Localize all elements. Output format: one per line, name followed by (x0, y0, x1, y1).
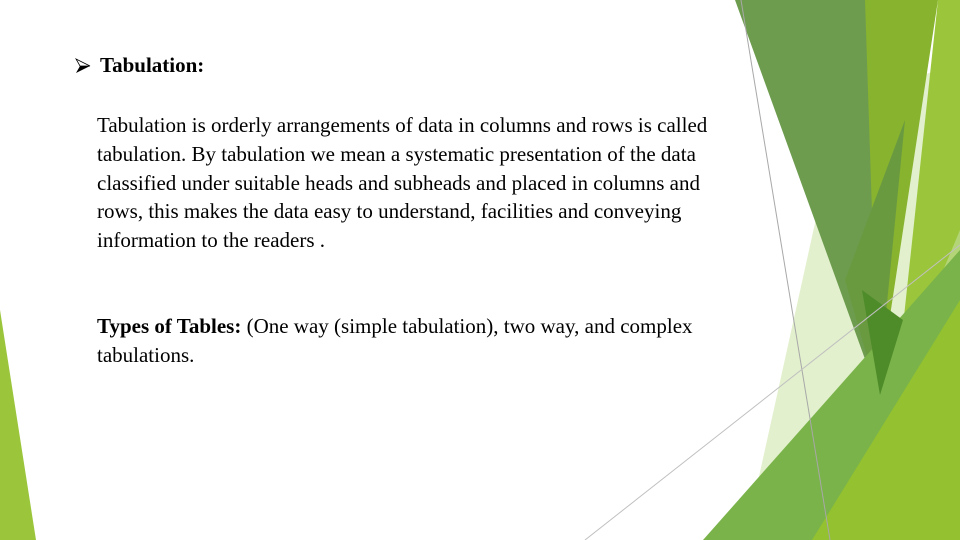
types-label: Types of Tables: (97, 314, 242, 338)
slide-heading: Tabulation: (75, 53, 204, 78)
arrow-bullet-icon (75, 57, 91, 73)
slide-title: Tabulation: (100, 53, 205, 77)
decorative-background (0, 0, 960, 540)
types-of-tables: Types of Tables: (One way (simple tabula… (97, 312, 722, 370)
tabulation-paragraph: Tabulation is orderly arrangements of da… (97, 113, 708, 253)
left-green-wedge (0, 310, 36, 540)
